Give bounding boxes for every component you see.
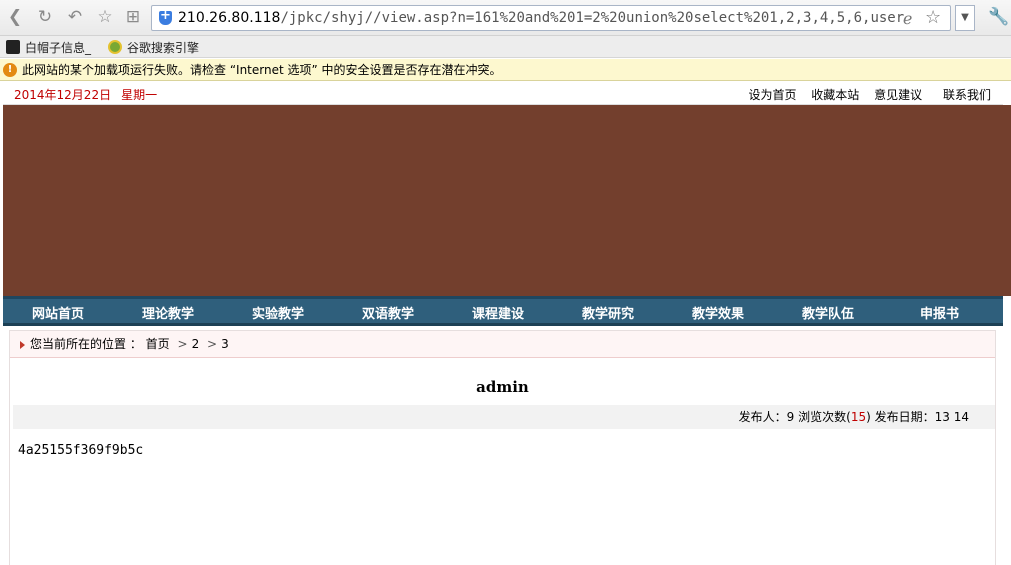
nav-item-team[interactable]: 教学队伍 xyxy=(802,303,854,322)
add-favorite-link[interactable]: 收藏本站 xyxy=(811,88,859,102)
wrench-icon[interactable]: 🔧 xyxy=(988,7,1009,27)
right-margin xyxy=(1003,296,1011,565)
nav-item-effect[interactable]: 教学效果 xyxy=(692,303,744,322)
security-shield-icon xyxy=(159,8,172,25)
breadcrumb-home-link[interactable]: 首页 xyxy=(146,337,170,351)
nav-item-application[interactable]: 申报书 xyxy=(920,303,959,322)
url-path: /jpkc/shyj//view.asp?n=161%20and%201=2%2… xyxy=(280,10,904,26)
nav-item-home[interactable]: 网站首页 xyxy=(32,303,84,322)
favorite-star-icon[interactable]: ☆ xyxy=(94,6,116,28)
nav-item-theory[interactable]: 理论教学 xyxy=(142,303,194,322)
article-meta: 发布人：9 浏览次数(15) 发布日期：13 14 xyxy=(13,405,995,429)
refresh-icon[interactable]: ↻ xyxy=(34,6,56,28)
bookmarks-bar: 白帽子信息_ 谷歌搜索引擎 xyxy=(0,36,1011,58)
nav-item-bilingual[interactable]: 双语教学 xyxy=(362,303,414,322)
feedback-link[interactable]: 意见建议 xyxy=(874,88,922,102)
article-title: admin xyxy=(476,378,529,396)
nav-item-research[interactable]: 教学研究 xyxy=(582,303,634,322)
contact-link[interactable]: 联系我们 xyxy=(943,88,991,102)
url-host: 210.26.80.118 xyxy=(178,10,281,26)
breadcrumb-level1-link[interactable]: 2 xyxy=(192,337,200,351)
bookmark-label: 谷歌搜索引擎 xyxy=(127,41,200,55)
undo-close-tab-icon[interactable]: ↶ xyxy=(64,6,86,28)
site-banner xyxy=(3,105,1003,296)
breadcrumb: 您当前所在的位置 ： 首页 >2 >3 xyxy=(10,331,995,358)
weekday-text: 星期一 xyxy=(121,88,158,102)
breadcrumb-prefix: 您当前所在的位置 ： xyxy=(30,337,142,351)
browser-toolbar: ❮ ↻ ↶ ☆ ⊞ 210.26.80.118/jpkc/shyj//view.… xyxy=(0,0,1011,36)
breadcrumb-text: 您当前所在的位置 ： 首页 >2 >3 xyxy=(30,331,229,358)
breadcrumb-separator: > xyxy=(207,337,218,351)
back-icon[interactable]: ❮ xyxy=(4,6,26,28)
infobar: ! 此网站的某个加载项运行失败。请检查 “Internet 选项” 中的安全设置… xyxy=(0,59,1011,81)
google-icon xyxy=(108,40,122,54)
breadcrumb-separator: > xyxy=(177,337,188,351)
apps-grid-icon[interactable]: ⊞ xyxy=(122,6,144,28)
main-nav: 网站首页 理论教学 实验教学 双语教学 课程建设 教学研究 教学效果 教学队伍 … xyxy=(3,296,1003,326)
date-text: 2014年12月22日 xyxy=(14,88,112,102)
ie-mode-icon[interactable]: ℯ xyxy=(903,9,912,28)
nav-item-course[interactable]: 课程建设 xyxy=(472,303,524,322)
address-dropdown-button[interactable]: ▼ xyxy=(955,5,975,31)
address-text[interactable]: 210.26.80.118/jpkc/shyj//view.asp?n=161%… xyxy=(178,10,904,26)
date-label: 发布日期： xyxy=(874,410,935,424)
address-bar[interactable]: 210.26.80.118/jpkc/shyj//view.asp?n=161%… xyxy=(151,5,951,31)
bookmark-label: 白帽子信息_ xyxy=(25,41,92,55)
article-body: 4a25155f369f9b5c xyxy=(18,443,144,458)
set-homepage-link[interactable]: 设为首页 xyxy=(748,88,796,102)
banner-edge xyxy=(1003,105,1011,296)
current-date: 2014年12月22日 星期一 xyxy=(14,86,157,103)
publisher-value: 9 xyxy=(786,410,795,424)
date-value: 13 14 xyxy=(934,410,969,424)
breadcrumb-arrow-icon xyxy=(20,341,25,349)
views-label: 浏览次数 xyxy=(798,410,847,424)
views-count: 15 xyxy=(850,410,867,424)
bookmark-star-icon[interactable]: ☆ xyxy=(925,7,941,28)
bookmark-item[interactable]: 谷歌搜索引擎 xyxy=(108,39,199,55)
content-panel: 您当前所在的位置 ： 首页 >2 >3 admin 发布人：9 浏览次数(15)… xyxy=(9,330,996,565)
bookmark-item[interactable]: 白帽子信息_ xyxy=(6,39,91,55)
breadcrumb-level2-link[interactable]: 3 xyxy=(221,337,229,351)
warning-shield-icon: ! xyxy=(3,63,17,77)
publisher-label: 发布人： xyxy=(738,410,787,424)
views-close-paren: ) xyxy=(866,410,871,424)
infobar-message: 此网站的某个加载项运行失败。请检查 “Internet 选项” 中的安全设置是否… xyxy=(22,63,502,77)
bookmark-site-icon xyxy=(6,40,20,54)
top-links: 设为首页 收藏本站 意见建议 联系我们 xyxy=(737,86,991,103)
nav-item-experiment[interactable]: 实验教学 xyxy=(252,303,304,322)
site-topbar: 2014年12月22日 星期一 设为首页 收藏本站 意见建议 联系我们 xyxy=(3,81,1003,105)
